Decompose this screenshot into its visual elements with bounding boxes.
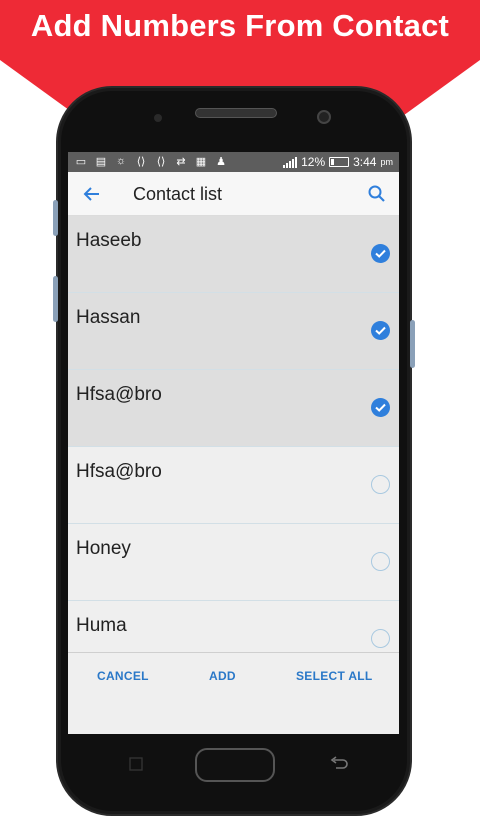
unchecked-circle-icon[interactable] — [371, 629, 390, 648]
notification-icons: ▭ ▤ ☼ ⟨⟩ ⟨⟩ ⇄ ▦ ♟ — [74, 154, 228, 168]
status-right: 12% 3:44 pm — [283, 155, 393, 169]
power-button — [410, 320, 415, 368]
status-bar: ▭ ▤ ☼ ⟨⟩ ⟨⟩ ⇄ ▦ ♟ 12% 3:44 pm — [68, 152, 399, 172]
signal-icon — [283, 156, 298, 168]
volume-down-button — [53, 276, 58, 322]
front-camera — [317, 110, 331, 124]
contact-name: Honey — [76, 538, 131, 559]
home-button[interactable] — [195, 748, 275, 782]
contact-row[interactable]: Hassan — [68, 293, 399, 370]
contact-list: Haseeb Hassan Hfsa@bro Hfsa@bro Honey Hu… — [68, 216, 399, 652]
clock-ampm: pm — [380, 157, 393, 167]
clock-time: 3:44 — [353, 155, 377, 169]
contact-row[interactable]: Huma — [68, 601, 399, 652]
volume-up-button — [53, 200, 58, 236]
checked-icon[interactable] — [371, 398, 390, 417]
contact-row[interactable]: Hfsa@bro — [68, 370, 399, 447]
android-icon: ♟ — [216, 155, 226, 168]
screen-bottom — [68, 700, 399, 734]
contact-row[interactable]: Haseeb — [68, 216, 399, 293]
chat-icon: ▤ — [95, 155, 107, 168]
phone-screen: ▭ ▤ ☼ ⟨⟩ ⟨⟩ ⇄ ▦ ♟ 12% 3:44 pm Contact li… — [68, 152, 399, 734]
contact-name: Hassan — [76, 307, 141, 328]
add-button[interactable]: ADD — [209, 669, 236, 683]
battery-percent: 12% — [301, 155, 326, 169]
page-title: Contact list — [133, 184, 223, 204]
search-icon[interactable] — [367, 184, 387, 204]
unchecked-circle-icon[interactable] — [371, 552, 390, 571]
cancel-button[interactable]: CANCEL — [97, 669, 149, 683]
contact-name: Haseeb — [76, 230, 142, 251]
code-icon: ⟨⟩ — [136, 155, 146, 168]
proximity-sensor — [154, 114, 162, 122]
unchecked-circle-icon[interactable] — [371, 475, 390, 494]
contact-row[interactable]: Honey — [68, 524, 399, 601]
nav-back-icon[interactable] — [330, 756, 348, 772]
sync-icon: ⇄ — [176, 155, 186, 168]
battery-icon — [329, 157, 350, 167]
select-all-button[interactable]: SELECT ALL — [296, 669, 373, 683]
action-bar: CANCEL ADD SELECT ALL — [68, 652, 399, 700]
earpiece-speaker — [195, 108, 277, 118]
contact-row[interactable]: Hfsa@bro — [68, 447, 399, 524]
contact-card-icon: ▦ — [195, 155, 207, 168]
banner-title: Add Numbers From Contact — [30, 8, 450, 43]
checked-icon[interactable] — [371, 244, 390, 263]
code-icon: ⟨⟩ — [156, 155, 166, 168]
contact-name: Hfsa@bro — [76, 461, 162, 482]
back-arrow-icon[interactable] — [82, 184, 102, 204]
brightness-icon: ☼ — [115, 155, 127, 167]
app-bar: Contact list — [68, 172, 399, 216]
nav-recent-apps-icon[interactable] — [128, 756, 144, 772]
contact-name: Hfsa@bro — [76, 384, 162, 405]
contact-name: Huma — [76, 615, 127, 636]
checked-icon[interactable] — [371, 321, 390, 340]
screen-mirror-icon: ▭ — [75, 155, 87, 168]
